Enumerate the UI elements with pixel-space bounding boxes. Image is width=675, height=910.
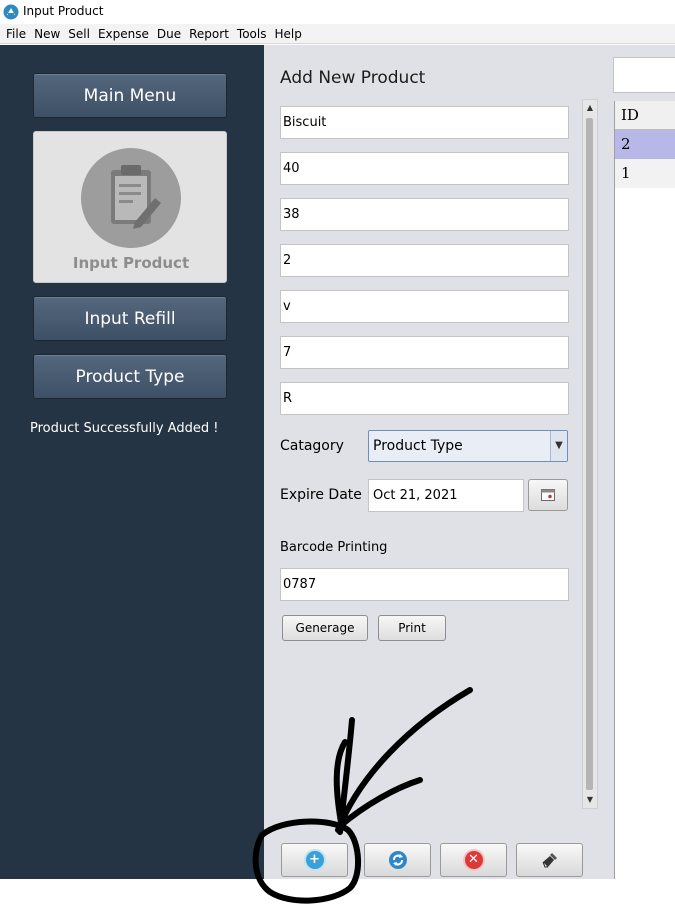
barcode-label: Barcode Printing bbox=[280, 540, 388, 555]
window-title: Input Product bbox=[23, 4, 104, 18]
clipboard-icon bbox=[81, 148, 181, 248]
form-heading: Add New Product bbox=[280, 68, 426, 88]
expire-date-field[interactable]: Oct 21, 2021 bbox=[368, 479, 524, 512]
table-row[interactable]: 2 bbox=[615, 130, 675, 159]
field-3[interactable]: 38 bbox=[280, 198, 569, 231]
menu-file[interactable]: File bbox=[6, 24, 26, 44]
scroll-thumb[interactable] bbox=[586, 118, 593, 790]
field-2[interactable]: 40 bbox=[280, 152, 569, 185]
input-product-button[interactable]: Input Product bbox=[33, 131, 227, 283]
add-button[interactable]: + bbox=[281, 843, 348, 877]
main-menu-button[interactable]: Main Menu bbox=[33, 73, 227, 118]
title-bar: Input Product bbox=[0, 0, 675, 24]
refresh-icon bbox=[388, 851, 407, 869]
menu-expense[interactable]: Expense bbox=[98, 24, 149, 44]
print-button[interactable]: Print bbox=[378, 615, 446, 641]
broom-icon bbox=[542, 853, 557, 868]
menu-due[interactable]: Due bbox=[157, 24, 181, 44]
field-7[interactable]: R bbox=[280, 382, 569, 415]
menu-tools[interactable]: Tools bbox=[237, 24, 267, 44]
input-refill-button[interactable]: Input Refill bbox=[33, 296, 227, 341]
input-product-label: Input Product bbox=[72, 254, 190, 272]
column-header-id[interactable]: ID bbox=[615, 101, 675, 130]
generate-button[interactable]: Generage bbox=[282, 615, 368, 641]
menu-bar: File New Sell Expense Due Report Tools H… bbox=[0, 24, 675, 44]
search-input[interactable] bbox=[613, 57, 675, 93]
plus-circle-icon: + bbox=[305, 851, 324, 869]
product-type-button[interactable]: Product Type bbox=[33, 354, 227, 399]
scroll-down-icon[interactable]: ▼ bbox=[583, 792, 597, 808]
clear-button[interactable] bbox=[516, 843, 583, 877]
close-circle-icon: ✕ bbox=[464, 851, 483, 869]
menu-sell[interactable]: Sell bbox=[68, 24, 90, 44]
category-select[interactable]: Product Type bbox=[368, 430, 568, 462]
calendar-button[interactable] bbox=[528, 479, 568, 511]
menu-new[interactable]: New bbox=[34, 24, 60, 44]
scroll-up-icon[interactable]: ▲ bbox=[583, 100, 597, 116]
barcode-field[interactable]: 0787 bbox=[280, 568, 569, 601]
app-icon bbox=[3, 4, 19, 20]
table-row[interactable]: 1 bbox=[615, 159, 675, 188]
refresh-button[interactable] bbox=[364, 843, 431, 877]
status-message: Product Successfully Added ! bbox=[30, 421, 219, 436]
product-name-field[interactable]: Biscuit bbox=[280, 106, 569, 139]
delete-button[interactable]: ✕ bbox=[440, 843, 507, 877]
field-5[interactable]: v bbox=[280, 290, 569, 323]
field-6[interactable]: 7 bbox=[280, 336, 569, 369]
category-label: Catagory bbox=[280, 438, 344, 454]
product-table: ID 2 1 bbox=[614, 101, 675, 879]
menu-report[interactable]: Report bbox=[189, 24, 229, 44]
calendar-icon bbox=[541, 489, 555, 501]
expire-date-label: Expire Date bbox=[280, 487, 362, 503]
chevron-down-icon[interactable]: ▼ bbox=[550, 431, 567, 461]
form-scrollbar[interactable]: ▲ ▼ bbox=[582, 99, 598, 809]
menu-help[interactable]: Help bbox=[274, 24, 301, 44]
field-4[interactable]: 2 bbox=[280, 244, 569, 277]
